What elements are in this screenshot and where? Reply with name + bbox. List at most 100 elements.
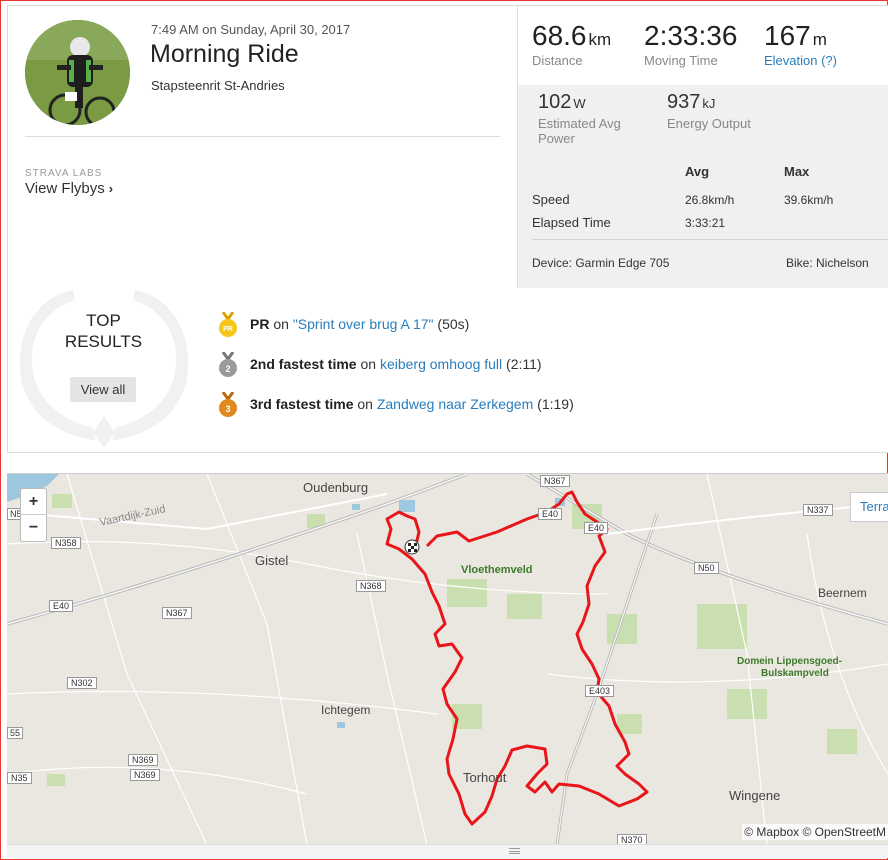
- road-shield: N358: [51, 537, 81, 549]
- bike-info[interactable]: Bike: Nichelson: [786, 256, 869, 270]
- device-info: Device: Garmin Edge 705: [532, 256, 670, 270]
- segment-link-keiberg[interactable]: keiberg omhoog full: [380, 356, 502, 372]
- avg-header: Avg: [685, 164, 710, 179]
- stats-detail-panel: 102 W Estimated Avg Power 937 kJ Energy Ou…: [518, 85, 888, 288]
- activity-title: Morning Ride: [150, 40, 299, 68]
- road-shield: N302: [67, 677, 97, 689]
- elapsed-time-avg: 3:33:21: [685, 216, 726, 230]
- activity-location: Stapsteenrit St-Andries: [151, 78, 285, 93]
- road-shield: N368: [356, 580, 386, 592]
- result-on: on: [360, 356, 377, 372]
- road-shield: N35: [7, 772, 32, 784]
- result-time: (1:19): [537, 396, 574, 412]
- energy-stat: 937 kJ Energy Output: [667, 91, 751, 131]
- elevation-stat: 167 m Elevation (?): [764, 20, 837, 68]
- pr-medal-icon: PR: [219, 312, 237, 337]
- result-text: 2nd fastest time on keiberg omhoog full …: [250, 356, 542, 372]
- elapsed-time-label: Elapsed Time: [532, 215, 611, 230]
- athlete-photo-icon: [25, 20, 130, 125]
- strava-labs-label: STRAVA LABS: [25, 168, 103, 179]
- result-rank: 2nd fastest time: [250, 356, 357, 372]
- place-label: Beernem: [818, 586, 867, 600]
- zoom-out-button[interactable]: −: [21, 515, 46, 541]
- place-label: Wingene: [729, 788, 781, 803]
- resize-grip-icon: [509, 848, 520, 854]
- route-map[interactable]: Oudenburg Gistel Vloethemveld Beernem Do…: [7, 473, 888, 844]
- power-label: Estimated Avg Power: [538, 116, 621, 146]
- elevation-help-link[interactable]: Elevation (?): [764, 53, 837, 68]
- speed-avg: 26.8km/h: [685, 193, 735, 207]
- top-results-card: TOP RESULTS View all PR PR on "Sprint ov…: [7, 288, 888, 453]
- view-all-button[interactable]: View all: [70, 377, 136, 402]
- road-shield: E40: [584, 522, 609, 534]
- zoom-control: + −: [20, 488, 47, 542]
- place-label: Vloethemveld: [461, 564, 533, 576]
- place-label: Oudenburg: [303, 480, 369, 495]
- energy-label: Energy Output: [667, 116, 751, 131]
- chevron-right-icon: ›: [108, 181, 114, 196]
- energy-value: 937: [667, 91, 701, 113]
- speed-max: 39.6km/h: [784, 193, 834, 207]
- road-shield: N369: [128, 754, 158, 766]
- road-shield: E40: [538, 508, 563, 520]
- moving-time-label: Moving Time: [644, 53, 718, 68]
- map-resize-bar[interactable]: [7, 844, 888, 858]
- place-label: Gistel: [255, 553, 289, 568]
- distance-unit: km: [588, 30, 612, 49]
- result-rank: 3rd fastest time: [250, 396, 354, 412]
- road-shield: N50: [694, 562, 719, 574]
- road-shield: N370: [617, 834, 647, 844]
- divider: [532, 239, 888, 240]
- road-shield: N369: [130, 769, 160, 781]
- elevation-value: 167: [764, 20, 811, 51]
- result-on: on: [273, 316, 289, 332]
- speed-label: Speed: [532, 192, 570, 207]
- place-label: Ichtegem: [321, 703, 371, 717]
- view-flybys-link[interactable]: View Flybys ›: [25, 180, 113, 197]
- road-shield: N367: [540, 475, 570, 487]
- segment-link-sprint[interactable]: "Sprint over brug A 17": [293, 316, 434, 332]
- moving-time-stat: 2:33:36 Moving Time: [644, 20, 737, 68]
- bronze-medal-text: 3: [225, 404, 230, 414]
- max-header: Max: [784, 164, 810, 179]
- bronze-medal-icon: 3: [219, 392, 237, 417]
- power-value: 102: [538, 91, 572, 113]
- place-label: Torhout: [463, 770, 507, 785]
- divider: [25, 136, 500, 137]
- activity-summary-card: 7:49 AM on Sunday, April 30, 2017 Mornin…: [7, 5, 888, 289]
- elevation-unit: m: [812, 30, 827, 49]
- segment-link-zandweg[interactable]: Zandweg naar Zerkegem: [377, 396, 533, 412]
- road-shield: 55: [7, 727, 24, 739]
- finish-flag-icon: [404, 539, 420, 555]
- result-rank: PR: [250, 316, 270, 332]
- top-results-title: TOP RESULTS: [64, 311, 143, 351]
- stats-panel: 68.6 km Distance 2:33:36 Moving Time 167 m…: [517, 6, 888, 288]
- pr-medal-text: PR: [223, 326, 233, 333]
- road-shield: N337: [803, 504, 833, 516]
- distance-value: 68.6: [532, 20, 587, 51]
- result-on: on: [357, 396, 373, 412]
- result-text: 3rd fastest time on Zandweg naar Zerkege…: [250, 396, 574, 412]
- activity-datetime: 7:49 AM on Sunday, April 30, 2017: [151, 22, 351, 37]
- road-shield: E403: [585, 685, 615, 697]
- place-label: Domein Lippensgoed-: [737, 656, 842, 667]
- map-layer-button[interactable]: Terra: [850, 492, 888, 522]
- result-time: (2:11): [506, 356, 542, 372]
- power-stat: 102 W Estimated Avg Power: [538, 91, 658, 146]
- view-flybys-label: View Flybys: [25, 180, 105, 197]
- moving-time-value: 2:33:36: [644, 20, 738, 51]
- result-text: PR on "Sprint over brug A 17" (50s): [250, 316, 469, 332]
- road-shield: E40: [49, 600, 74, 612]
- athlete-avatar[interactable]: [25, 20, 130, 125]
- silver-medal-text: 2: [225, 364, 230, 374]
- map-attribution[interactable]: © Mapbox © OpenStreetM: [742, 824, 888, 840]
- distance-stat: 68.6 km Distance: [532, 20, 611, 68]
- place-label: Bulskampveld: [761, 668, 829, 679]
- silver-medal-icon: 2: [219, 352, 237, 377]
- power-unit: W: [573, 96, 586, 111]
- road-shield: N367: [162, 607, 192, 619]
- result-time: (50s): [437, 316, 470, 332]
- distance-label: Distance: [532, 53, 583, 68]
- zoom-in-button[interactable]: +: [21, 489, 46, 515]
- energy-unit: kJ: [702, 96, 716, 111]
